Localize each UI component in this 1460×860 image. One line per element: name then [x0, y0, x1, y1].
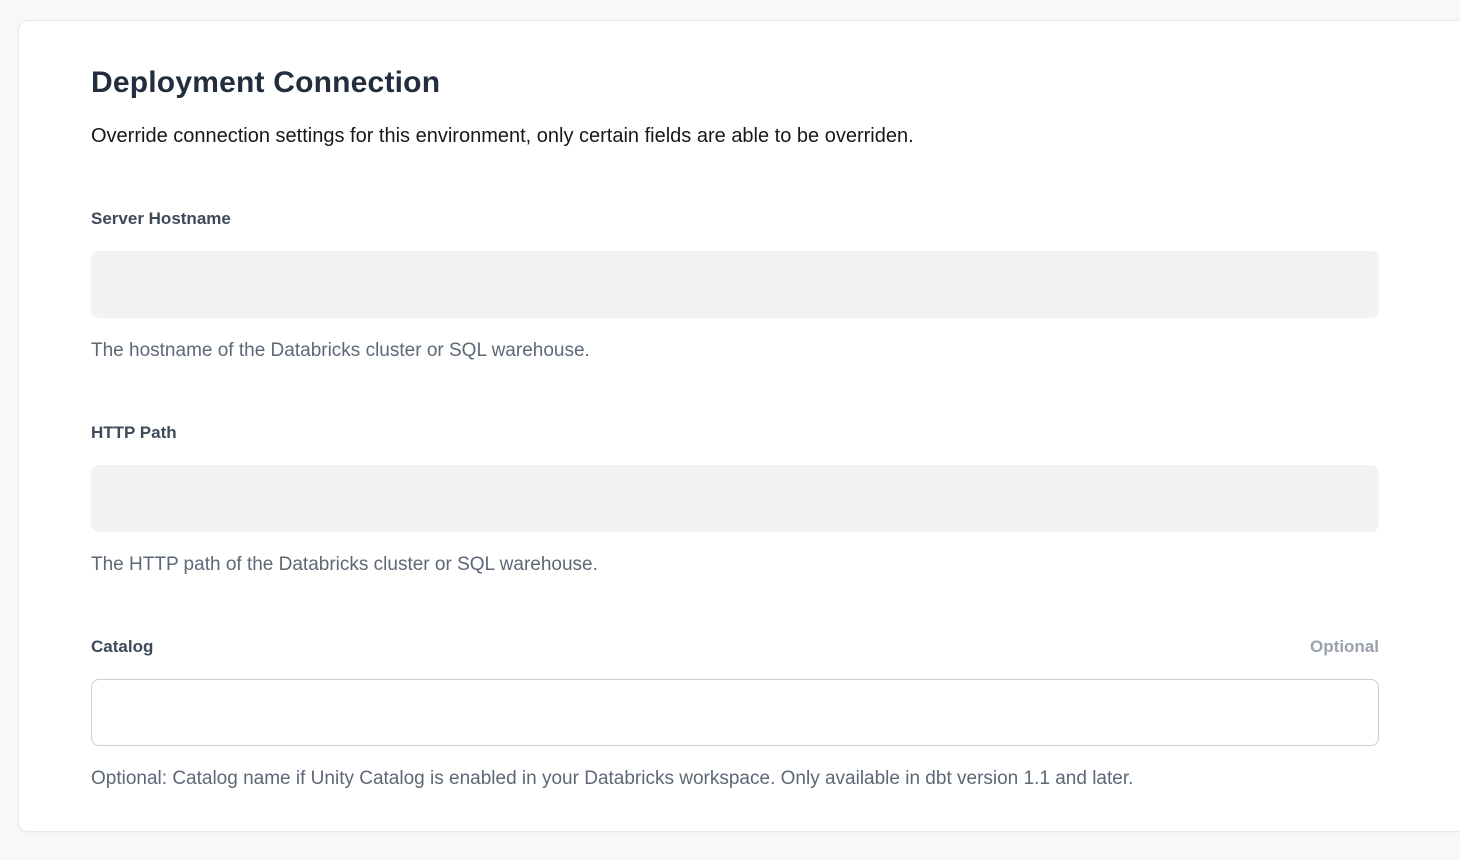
field-label-row: Server Hostname: [91, 208, 1379, 230]
field-label-row: Catalog Optional: [91, 636, 1379, 658]
server-hostname-help: The hostname of the Databricks cluster o…: [91, 339, 1379, 364]
field-server-hostname: Server Hostname The hostname of the Data…: [91, 208, 1379, 364]
http-path-input: [91, 465, 1379, 532]
deployment-connection-card: Deployment Connection Override connectio…: [18, 20, 1460, 832]
field-label-row: HTTP Path: [91, 422, 1379, 444]
catalog-input[interactable]: [91, 679, 1379, 746]
field-catalog: Catalog Optional Optional: Catalog name …: [91, 636, 1379, 792]
page-subtitle: Override connection settings for this en…: [91, 123, 1379, 150]
field-http-path: HTTP Path The HTTP path of the Databrick…: [91, 422, 1379, 578]
server-hostname-label: Server Hostname: [91, 208, 231, 230]
catalog-label: Catalog: [91, 636, 153, 658]
page-title: Deployment Connection: [91, 65, 1379, 101]
http-path-help: The HTTP path of the Databricks cluster …: [91, 553, 1379, 578]
card-content: Deployment Connection Override connectio…: [91, 21, 1379, 791]
catalog-optional-badge: Optional: [1310, 636, 1379, 658]
http-path-label: HTTP Path: [91, 422, 177, 444]
catalog-help: Optional: Catalog name if Unity Catalog …: [91, 767, 1379, 792]
server-hostname-input: [91, 251, 1379, 318]
